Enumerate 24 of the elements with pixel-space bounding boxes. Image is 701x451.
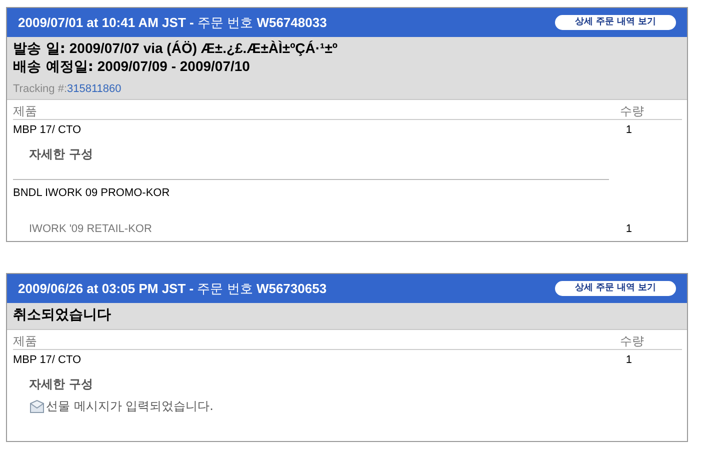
order-title: 2009/06/26 at 03:05 PM JST - 주문 번호 W56730653 [18, 280, 327, 298]
tracking-label: Tracking #: [13, 83, 68, 95]
order-title: 2009/07/01 at 10:41 AM JST - 주문 번호 W56748033 [18, 14, 327, 32]
gift-message-note: 선물 메시지가 입력되었습니다. [46, 398, 214, 415]
order-details-button[interactable]: 상세 주문 내역 보기 [555, 15, 676, 30]
column-header: 제품 [13, 334, 37, 349]
product-name: MBP 17/ CTO [13, 124, 82, 137]
product-name: IWORK '09 RETAIL-KOR [28, 223, 152, 235]
quantity-value: 1 [626, 124, 632, 137]
quantity-value: 1 [626, 223, 632, 235]
quantity-value: 1 [626, 354, 632, 367]
product-name: BNDL IWORK 09 PROMO-KOR [13, 187, 170, 200]
product-name: MBP 17/ CTO [13, 354, 82, 367]
envelope-icon [30, 400, 44, 413]
tracking-link[interactable]: 315811860 [67, 83, 122, 95]
order-details-button[interactable]: 상세 주문 내역 보기 [555, 281, 676, 296]
configuration-link[interactable]: 자세한 구성 [29, 376, 94, 392]
column-header: 제품 [13, 104, 37, 119]
shipping-info: 발송 일: 2009/07/07 via (ÁÖ) Æ±.¿£.Æ±ÀÌ±ºÇÁ·¹±º [13, 40, 339, 58]
order-status: 취소되었습니다 [13, 306, 112, 324]
configuration-link[interactable]: 자세한 구성 [29, 146, 94, 162]
shipping-info: 배송 예정일: 2009/07/09 - 2009/07/10 [13, 58, 251, 76]
column-header: 수량 [620, 334, 644, 349]
column-header: 수량 [620, 104, 644, 119]
